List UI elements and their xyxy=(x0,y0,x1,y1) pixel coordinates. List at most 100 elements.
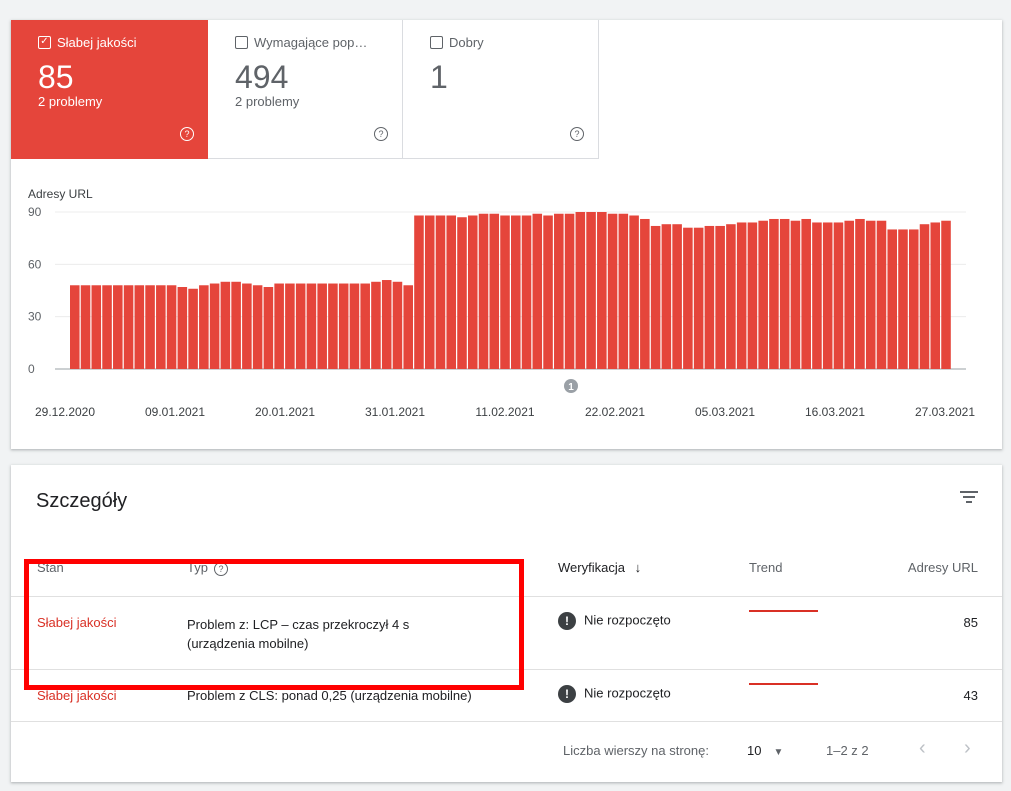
chart-bar[interactable] xyxy=(844,220,854,369)
tile-needs-improvement[interactable]: Wymagające pop… 494 2 problemy ? xyxy=(208,20,403,159)
chart-bar[interactable] xyxy=(543,215,553,369)
chart-bar[interactable] xyxy=(177,287,188,369)
chart-bar[interactable] xyxy=(403,285,413,369)
chart-bar[interactable] xyxy=(242,283,252,369)
chart-bar[interactable] xyxy=(306,283,317,369)
chart-bar[interactable] xyxy=(381,280,392,369)
tile-poor[interactable]: ✓ Słabej jakości 85 2 problemy ? xyxy=(11,20,208,159)
chart-bar[interactable] xyxy=(801,218,811,369)
column-header-trend[interactable]: Trend xyxy=(749,560,782,575)
chart-bar[interactable] xyxy=(199,285,209,369)
chart-bar[interactable] xyxy=(317,283,327,369)
chart-bar[interactable] xyxy=(392,281,403,369)
chart-bar[interactable] xyxy=(349,283,360,369)
chart-bar[interactable] xyxy=(511,215,521,369)
chart-bar[interactable] xyxy=(252,285,263,369)
chart-bar[interactable] xyxy=(145,285,155,369)
chart-bar[interactable] xyxy=(650,225,661,369)
chart-bar[interactable] xyxy=(80,285,91,369)
chart-bar[interactable] xyxy=(220,281,231,369)
chart-bar[interactable] xyxy=(532,213,543,369)
chart-bar[interactable] xyxy=(586,212,596,369)
chart-bar[interactable] xyxy=(618,213,629,369)
chart-bar[interactable] xyxy=(607,213,618,369)
chart-bar[interactable] xyxy=(123,285,134,369)
chart-bar[interactable] xyxy=(747,222,758,369)
chart-bar[interactable] xyxy=(446,215,457,369)
chart-bar[interactable] xyxy=(274,283,284,369)
column-header-verification[interactable]: Weryfikacja ↓ xyxy=(558,560,641,575)
chart-bar[interactable] xyxy=(424,215,435,369)
chart-bar[interactable] xyxy=(715,225,725,369)
chart-bar[interactable] xyxy=(209,283,220,369)
help-icon[interactable]: ? xyxy=(374,127,388,141)
chart-bar[interactable] xyxy=(435,215,446,369)
column-header-urls[interactable]: Adresy URL xyxy=(908,560,978,575)
chart-bar[interactable] xyxy=(908,229,919,369)
chart-bar[interactable] xyxy=(812,222,822,369)
chart-bar[interactable] xyxy=(629,215,639,369)
chart-bar[interactable] xyxy=(295,283,306,369)
chart-bar[interactable] xyxy=(457,217,467,369)
chart-bar[interactable] xyxy=(726,224,736,369)
chart-bar[interactable] xyxy=(554,213,564,369)
annotation-marker[interactable]: 1 xyxy=(564,379,578,393)
chart-bar[interactable] xyxy=(898,229,908,369)
chart-bar[interactable] xyxy=(489,213,500,369)
checkbox-icon[interactable] xyxy=(235,35,248,49)
prev-page-icon[interactable]: ‹ xyxy=(919,737,926,760)
chart-bar[interactable] xyxy=(102,285,112,369)
rows-per-page-select[interactable]: 10 ▼ xyxy=(747,743,783,758)
chart-bar[interactable] xyxy=(661,224,672,369)
chart-bar[interactable] xyxy=(500,215,510,369)
chart-bar[interactable] xyxy=(328,283,338,369)
chart-bar[interactable] xyxy=(467,215,478,369)
chart-bar[interactable] xyxy=(822,222,833,369)
chart-bar[interactable] xyxy=(360,283,370,369)
chart-bar[interactable] xyxy=(70,285,80,369)
chart-bar[interactable] xyxy=(640,218,650,369)
chart-bar[interactable] xyxy=(166,285,177,369)
chart-bar[interactable] xyxy=(930,222,941,369)
chart-bar[interactable] xyxy=(263,287,274,369)
chart-bar[interactable] xyxy=(704,225,715,369)
chart-bar[interactable] xyxy=(91,285,102,369)
chart-bar[interactable] xyxy=(887,229,898,369)
help-icon[interactable]: ? xyxy=(180,127,194,141)
chart-bar[interactable] xyxy=(188,288,198,369)
checkbox-icon[interactable] xyxy=(430,35,443,49)
chart-bar[interactable] xyxy=(865,220,876,369)
chart-bar[interactable] xyxy=(156,285,166,369)
y-tick-label: 30 xyxy=(28,310,42,324)
chart-bar[interactable] xyxy=(876,220,887,369)
filter-icon[interactable] xyxy=(960,491,978,505)
chart-bar[interactable] xyxy=(919,224,930,369)
chart-bar[interactable] xyxy=(371,281,381,369)
chart-bar[interactable] xyxy=(855,218,865,369)
chart-bar[interactable] xyxy=(231,281,241,369)
chart-bar[interactable] xyxy=(338,283,349,369)
checkbox-checked-icon[interactable]: ✓ xyxy=(38,35,51,49)
chart-bar[interactable] xyxy=(779,218,790,369)
chart-bar[interactable] xyxy=(521,215,532,369)
chart-bar[interactable] xyxy=(564,213,575,369)
tile-good[interactable]: Dobry 1 ? xyxy=(403,20,599,159)
chart-bar[interactable] xyxy=(113,285,123,369)
next-page-icon[interactable]: › xyxy=(964,737,971,760)
chart-bar[interactable] xyxy=(693,227,704,369)
chart-bar[interactable] xyxy=(575,212,586,369)
chart-bar[interactable] xyxy=(672,224,682,369)
chart-bar[interactable] xyxy=(941,220,951,369)
chart-bar[interactable] xyxy=(285,283,295,369)
help-icon[interactable]: ? xyxy=(570,127,584,141)
chart-bar[interactable] xyxy=(478,213,489,369)
chart-bar[interactable] xyxy=(683,227,693,369)
chart-bar[interactable] xyxy=(134,285,145,369)
chart-bar[interactable] xyxy=(769,218,779,369)
chart-bar[interactable] xyxy=(414,215,424,369)
chart-bar[interactable] xyxy=(758,220,768,369)
chart-bar[interactable] xyxy=(790,220,801,369)
chart-bar[interactable] xyxy=(736,222,747,369)
chart-bar[interactable] xyxy=(833,222,844,369)
chart-bar[interactable] xyxy=(597,212,607,369)
